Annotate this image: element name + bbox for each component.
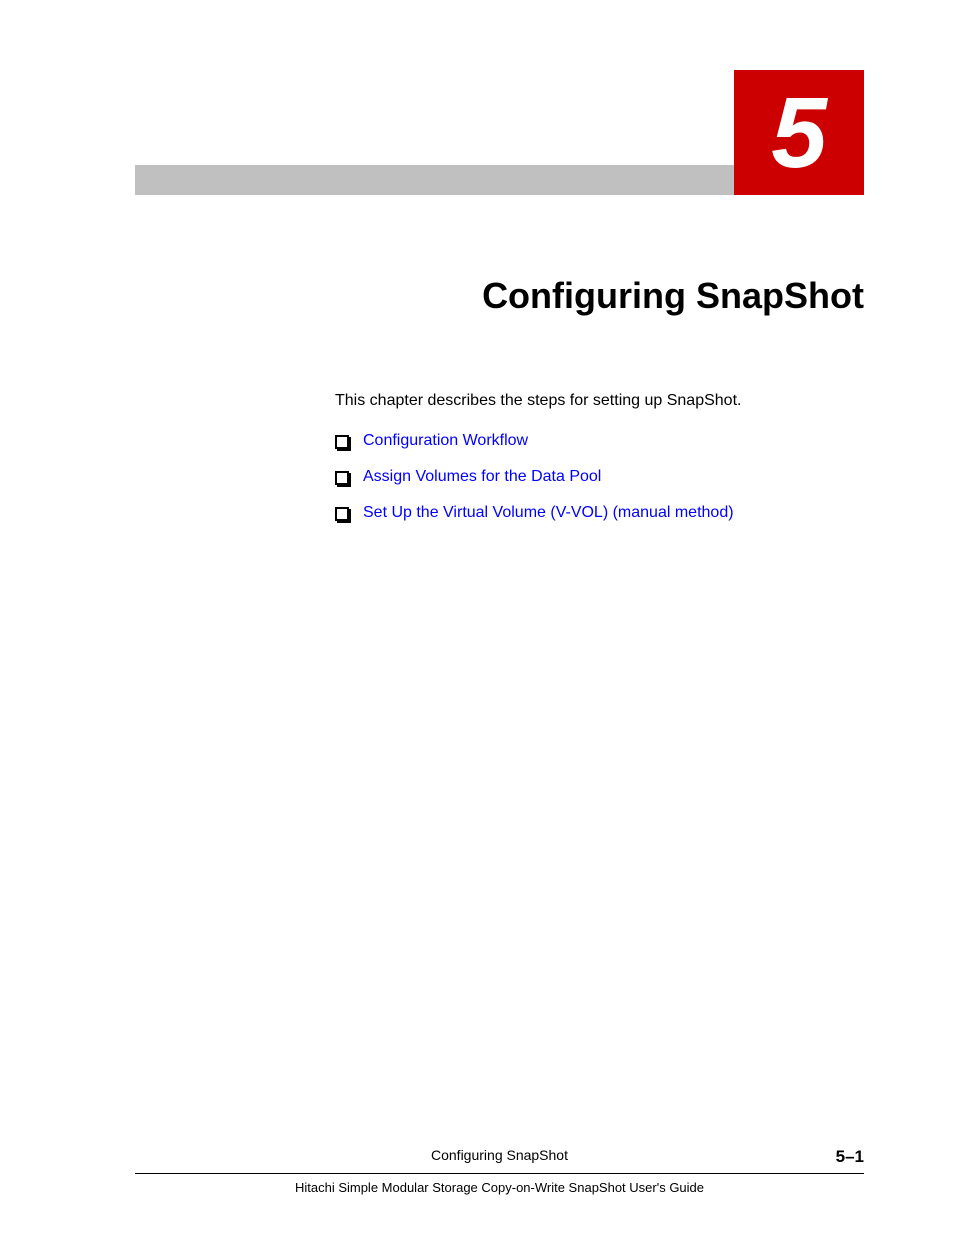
bullet-box-icon (335, 507, 349, 521)
footer-page-number: 5–1 (836, 1147, 864, 1167)
toc-link-assign-volumes[interactable]: Assign Volumes for the Data Pool (363, 468, 601, 486)
toc-item: Set Up the Virtual Volume (V-VOL) (manua… (335, 504, 864, 522)
toc-link-setup-virtual-volume[interactable]: Set Up the Virtual Volume (V-VOL) (manua… (363, 504, 734, 522)
footer-guide-title: Hitachi Simple Modular Storage Copy-on-W… (135, 1180, 864, 1195)
content-area: This chapter describes the steps for set… (135, 392, 864, 522)
footer-section-title: Configuring SnapShot (135, 1147, 864, 1163)
document-page: 5 Configuring SnapShot This chapter desc… (0, 0, 954, 1235)
chapter-number-box: 5 (734, 70, 864, 195)
toc-list: Configuration Workflow Assign Volumes fo… (335, 432, 864, 522)
toc-item: Configuration Workflow (335, 432, 864, 450)
chapter-header: 5 (135, 70, 864, 200)
toc-item: Assign Volumes for the Data Pool (335, 468, 864, 486)
chapter-number: 5 (771, 83, 827, 183)
header-grey-bar (135, 165, 734, 195)
page-footer: Configuring SnapShot 5–1 Hitachi Simple … (135, 1147, 864, 1195)
footer-top-row: Configuring SnapShot 5–1 (135, 1147, 864, 1174)
intro-paragraph: This chapter describes the steps for set… (335, 392, 864, 410)
chapter-title: Configuring SnapShot (135, 275, 864, 317)
toc-link-configuration-workflow[interactable]: Configuration Workflow (363, 432, 528, 450)
bullet-box-icon (335, 471, 349, 485)
bullet-box-icon (335, 435, 349, 449)
